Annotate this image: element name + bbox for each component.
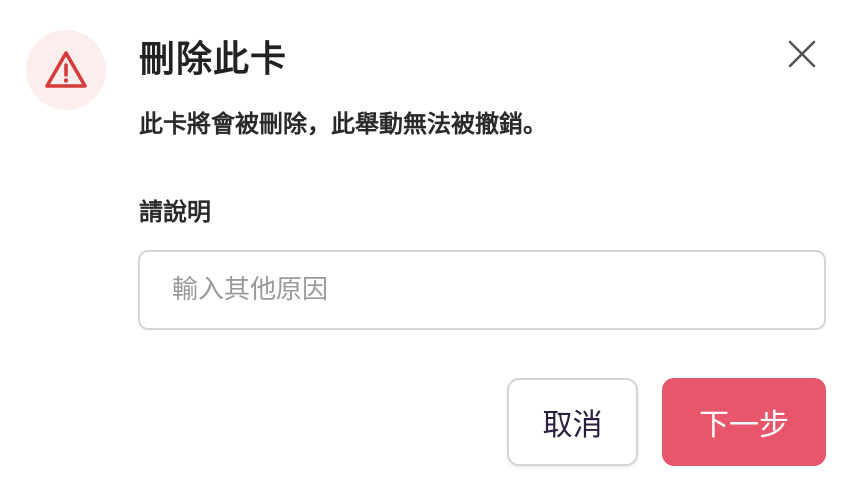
cancel-button[interactable]: 取消 [507, 378, 638, 466]
warning-badge [26, 30, 106, 110]
reason-input[interactable] [138, 250, 826, 330]
dialog-description: 此卡將會被刪除，此舉動無法被撤銷。 [139, 110, 547, 138]
close-icon[interactable] [787, 39, 817, 69]
close-button[interactable] [784, 36, 820, 72]
reason-field-label: 請說明 [139, 198, 211, 226]
dialog-title: 刪除此卡 [139, 39, 288, 80]
delete-card-dialog: 刪除此卡 此卡將會被刪除，此舉動無法被撤銷。 請說明 取消 下一步 [0, 0, 866, 502]
next-button[interactable]: 下一步 [662, 378, 826, 466]
warning-triangle-icon [45, 51, 87, 88]
